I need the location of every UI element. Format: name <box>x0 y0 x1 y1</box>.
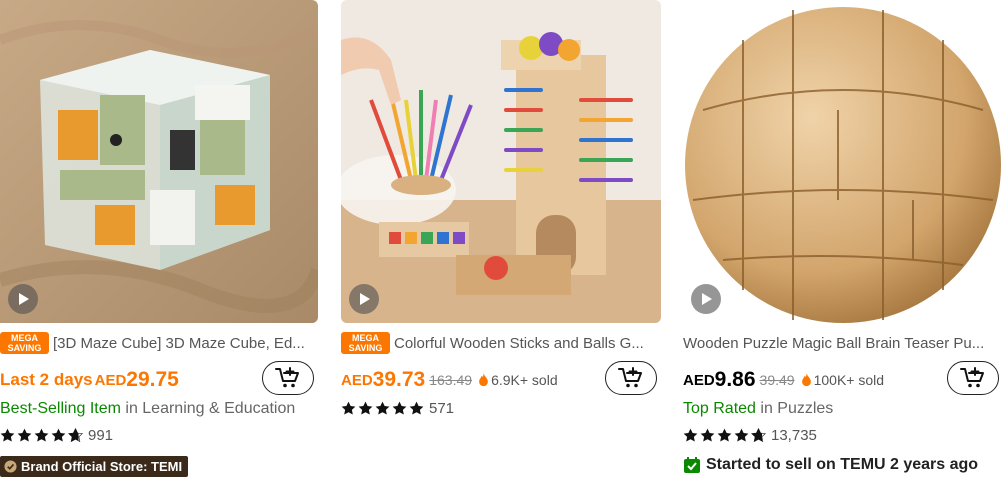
star-icon <box>392 401 407 415</box>
cart-add-icon <box>618 367 642 388</box>
sold-count: 100K+ sold <box>813 372 885 388</box>
currency: AED <box>341 371 373 389</box>
rating-count: 571 <box>429 400 455 417</box>
star-icon <box>700 428 715 442</box>
original-price: 163.49 <box>429 372 473 388</box>
play-icon[interactable] <box>8 284 38 314</box>
verified-icon <box>4 460 17 473</box>
star-icon <box>375 401 390 415</box>
price: 29.75 <box>126 368 179 391</box>
product-image[interactable] <box>683 0 1003 323</box>
original-price: 39.49 <box>759 372 795 388</box>
category-tag: Top Rated <box>683 400 756 417</box>
currency: AED <box>683 371 715 389</box>
cart-add-icon <box>960 367 984 388</box>
currency: AED <box>94 371 127 389</box>
product-title-row[interactable]: MEGA SAVING Colorful Wooden Sticks and Ba… <box>341 332 661 354</box>
price: 39.73 <box>372 368 426 391</box>
star-icon <box>17 428 32 442</box>
play-icon[interactable] <box>691 284 721 314</box>
product-title[interactable]: [3D Maze Cube] 3D Maze Cube, Ed... <box>53 335 305 352</box>
star-half-icon <box>751 428 766 443</box>
product-title[interactable]: Wooden Puzzle Magic Ball Brain Teaser Pu… <box>683 335 984 352</box>
star-icon <box>34 428 49 442</box>
check-badge-icon <box>684 457 700 473</box>
rating-row: 13,735 <box>683 427 817 444</box>
star-icon <box>683 428 698 442</box>
star-icon <box>358 401 373 415</box>
rating-row: 991 <box>0 427 113 444</box>
rating-count: 13,735 <box>771 427 817 444</box>
fire-icon <box>478 373 489 387</box>
product-card[interactable]: MEGA SAVING [3D Maze Cube] 3D Maze Cube, … <box>0 0 318 477</box>
category-row[interactable]: Best-Selling Item in Learning & Educatio… <box>0 400 295 418</box>
category-row[interactable]: Top Rated in Puzzles <box>683 400 833 418</box>
product-card[interactable]: MEGA SAVING Colorful Wooden Sticks and Ba… <box>341 0 661 417</box>
brand-store-badge[interactable]: Brand Official Store: TEMI <box>0 456 189 477</box>
star-icon <box>341 401 356 415</box>
fire-icon <box>801 373 812 387</box>
add-to-cart-button[interactable] <box>605 361 657 395</box>
product-title-row[interactable]: MEGA SAVING [3D Maze Cube] 3D Maze Cube, … <box>0 332 318 354</box>
sold-count: 6.9K+ sold <box>491 372 558 388</box>
product-card[interactable]: Wooden Puzzle Magic Ball Brain Teaser Pu… <box>683 0 1003 473</box>
star-icon <box>717 428 732 442</box>
star-half-icon <box>68 428 83 443</box>
add-to-cart-button[interactable] <box>947 361 999 395</box>
rating-count: 991 <box>88 427 114 444</box>
product-title-row[interactable]: Wooden Puzzle Magic Ball Brain Teaser Pu… <box>683 332 1003 354</box>
rating-row: 571 <box>341 400 454 417</box>
product-image[interactable] <box>0 0 318 323</box>
star-icon <box>409 401 424 415</box>
price: 9.86 <box>714 368 756 391</box>
product-title[interactable]: Colorful Wooden Sticks and Balls G... <box>394 335 644 352</box>
star-icon <box>0 428 15 442</box>
star-icon <box>734 428 749 442</box>
add-to-cart-button[interactable] <box>262 361 314 395</box>
category-link[interactable]: Learning & Education <box>142 400 295 417</box>
category-tag: Best-Selling Item <box>0 400 121 417</box>
cart-add-icon <box>275 367 299 388</box>
star-icon <box>51 428 66 442</box>
product-image[interactable] <box>341 0 661 323</box>
mega-saving-badge: MEGA SAVING <box>341 332 390 354</box>
play-icon[interactable] <box>349 284 379 314</box>
promo-label: Last 2 days <box>0 370 93 389</box>
mega-saving-badge: MEGA SAVING <box>0 332 49 354</box>
seller-note: Started to sell on TEMU 2 years ago <box>683 456 978 474</box>
category-link[interactable]: Puzzles <box>777 400 833 417</box>
